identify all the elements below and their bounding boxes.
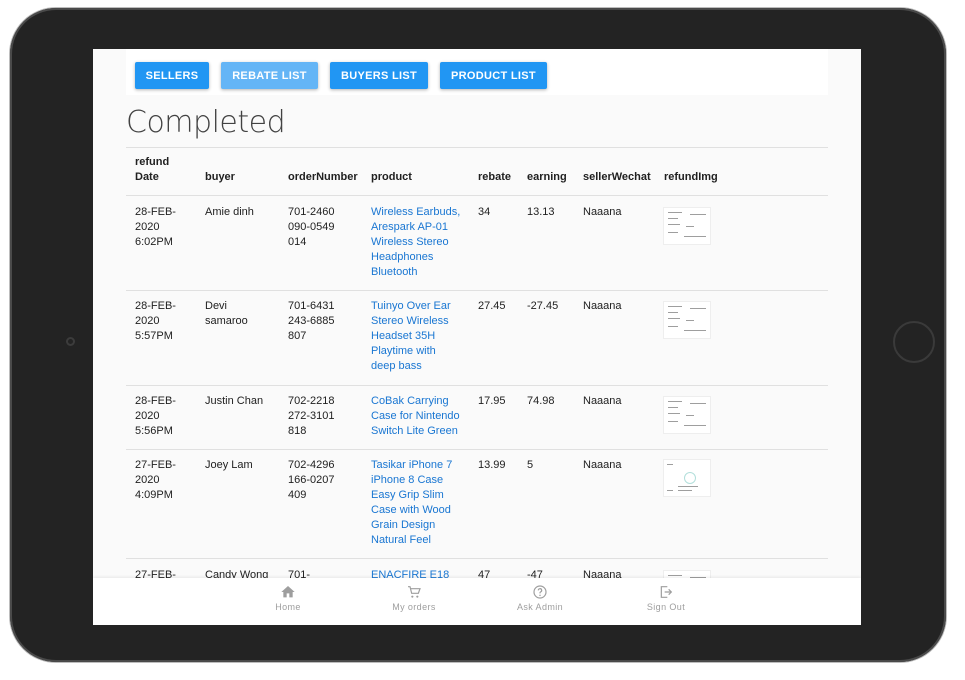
cell-buyer: Amie dinh <box>205 206 254 218</box>
camera-dot <box>66 337 75 346</box>
help-icon <box>533 585 547 599</box>
refund-image-thumbnail[interactable] <box>663 301 711 339</box>
app-screen: SELLERS REBATE LIST BUYERS LIST PRODUCT … <box>93 49 861 625</box>
header-divider <box>126 195 828 196</box>
cell-earning: -27.45 <box>527 300 559 312</box>
product-link[interactable]: CoBak Carrying Case for Nintendo Switch … <box>371 394 463 439</box>
cell-rebate: 17.95 <box>478 395 506 407</box>
cell-refund-date: 27-FEB-2020 4:09PM <box>135 459 176 501</box>
product-link[interactable]: Tasikar iPhone 7 iPhone 8 Case Easy Grip… <box>371 458 459 548</box>
header-earning: earning <box>527 171 567 183</box>
cell-earning: 5 <box>527 459 534 471</box>
cell-order-number: 702-4296166-0207409 <box>288 459 335 501</box>
nav-sign-out-label: Sign Out <box>646 602 686 612</box>
buyers-list-button[interactable]: BUYERS LIST <box>330 62 428 89</box>
nav-home[interactable]: Home <box>238 578 338 625</box>
nav-home-label: Home <box>275 602 301 612</box>
product-link[interactable]: Wireless Earbuds, Arespark AP-01 Wireles… <box>371 205 463 280</box>
cell-rebate: 27.45 <box>478 300 506 312</box>
cell-seller-wechat: Naaana <box>583 300 622 312</box>
nav-ask-admin[interactable]: Ask Admin <box>490 578 590 625</box>
sellers-button[interactable]: SELLERS <box>135 62 209 89</box>
product-list-button[interactable]: PRODUCT LIST <box>440 62 547 89</box>
bottom-navigation: Home My orders Ask Admin Sign Out <box>93 578 861 625</box>
cell-seller-wechat: Naaana <box>583 459 622 471</box>
cell-earning: 74.98 <box>527 395 555 407</box>
nav-my-orders-label: My orders <box>392 602 436 612</box>
nav-ask-admin-label: Ask Admin <box>516 602 564 612</box>
rebate-list-button[interactable]: REBATE LIST <box>221 62 318 89</box>
cell-order-number: 701-6431243-6885807 <box>288 300 335 342</box>
refund-image-thumbnail[interactable] <box>663 207 711 245</box>
cell-order-number: 702-2218272-3101818 <box>288 395 335 437</box>
cell-rebate: 34 <box>478 206 491 218</box>
sign-out-icon <box>660 586 673 598</box>
page-title: Completed <box>126 105 286 140</box>
cell-seller-wechat: Naaana <box>583 206 622 218</box>
row-divider <box>126 385 828 386</box>
header-refund-img: refundImg <box>664 171 718 183</box>
cell-seller-wechat: Naaana <box>583 395 622 407</box>
header-seller-wechat: sellerWechat <box>583 171 651 183</box>
product-link[interactable]: Tuinyo Over Ear Stereo Wireless Headset … <box>371 299 459 374</box>
cell-order-number: 701-2460090-0549014 <box>288 206 335 248</box>
nav-my-orders[interactable]: My orders <box>364 578 464 625</box>
table-top-divider <box>126 147 828 148</box>
row-divider <box>126 290 828 291</box>
header-refund-date: refund Date <box>135 156 170 183</box>
header-product: product <box>371 171 412 183</box>
cell-earning: 13.13 <box>527 206 555 218</box>
cell-refund-date: 28-FEB-2020 5:57PM <box>135 300 176 342</box>
header-order-number: orderNumber <box>288 171 358 183</box>
nav-sign-out[interactable]: Sign Out <box>616 578 716 625</box>
cell-rebate: 13.99 <box>478 459 506 471</box>
cell-buyer: Justin Chan <box>205 395 264 407</box>
header-rebate: rebate <box>478 171 512 183</box>
top-toolbar: SELLERS REBATE LIST BUYERS LIST PRODUCT … <box>126 49 828 95</box>
device-home-button[interactable] <box>893 321 935 363</box>
cell-buyer: Devi samaroo <box>205 300 248 327</box>
cell-buyer: Joey Lam <box>205 459 253 471</box>
row-divider <box>126 449 828 450</box>
home-icon <box>281 586 295 598</box>
refund-image-thumbnail[interactable] <box>663 459 711 497</box>
header-buyer: buyer <box>205 171 235 183</box>
cell-refund-date: 28-FEB-2020 5:56PM <box>135 395 176 437</box>
cart-icon <box>408 586 421 598</box>
cell-refund-date: 28-FEB-2020 6:02PM <box>135 206 176 248</box>
refund-image-thumbnail[interactable] <box>663 396 711 434</box>
row-divider <box>126 558 828 559</box>
